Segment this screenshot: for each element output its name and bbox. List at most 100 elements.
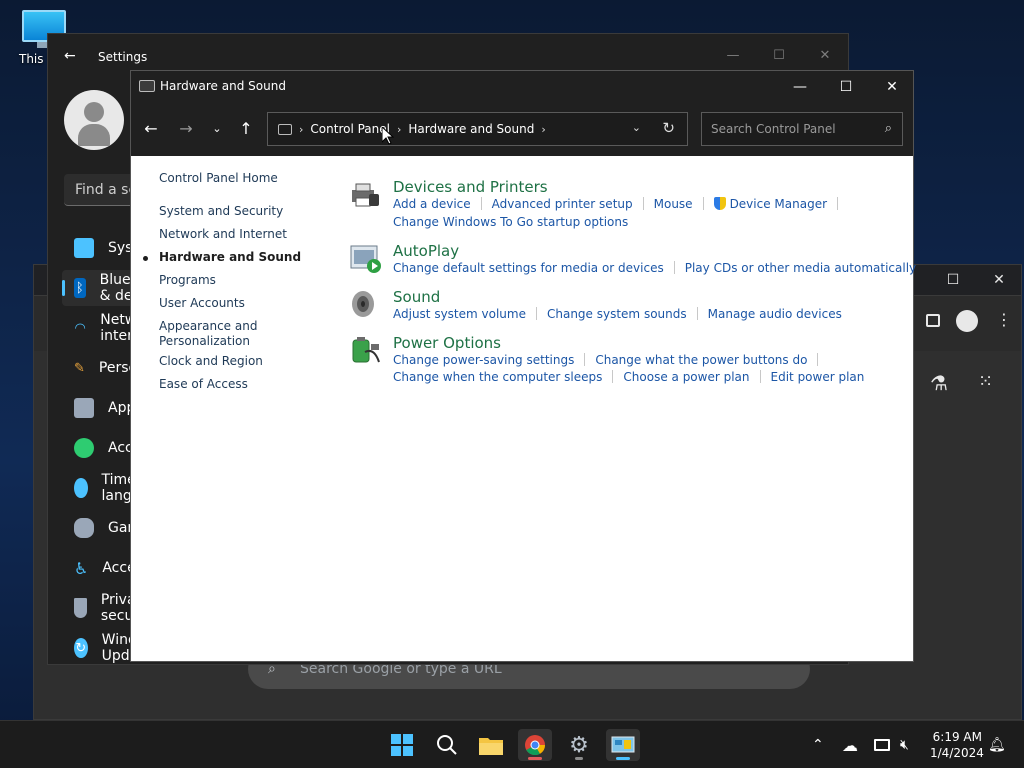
- address-toolbar: ← → ⌄ ↑ › Control Panel › Hardware and S…: [131, 102, 913, 156]
- monitor-icon: [74, 238, 94, 258]
- link-play-cds-automatically[interactable]: Play CDs or other media automatically: [685, 261, 916, 275]
- control-panel-body: Control Panel Home System and Security N…: [131, 156, 916, 661]
- chrome-icon: [525, 735, 546, 756]
- left-nav-system-and-security[interactable]: System and Security: [159, 204, 283, 219]
- volume-muted-icon[interactable]: 🔇︎: [900, 721, 909, 768]
- chrome-button[interactable]: [518, 729, 552, 761]
- update-icon: ↻: [74, 638, 88, 658]
- link-manage-audio-devices[interactable]: Manage audio devices: [708, 307, 842, 321]
- search-placeholder: Search Control Panel: [711, 122, 836, 136]
- back-button[interactable]: ←: [139, 116, 163, 140]
- link-edit-power-plan[interactable]: Edit power plan: [771, 370, 865, 384]
- profile-icon[interactable]: [956, 310, 978, 332]
- sidepanel-icon[interactable]: [926, 314, 940, 327]
- left-nav-control-panel-home[interactable]: Control Panel Home: [159, 171, 278, 186]
- settings-button[interactable]: ⚙: [562, 729, 596, 761]
- more-menu-icon[interactable]: ⋮: [996, 310, 1012, 329]
- chevron-right-icon[interactable]: ›: [397, 123, 401, 136]
- control-panel-icon: [139, 80, 155, 92]
- category-title[interactable]: Devices and Printers: [393, 178, 548, 196]
- chevron-right-icon: ›: [299, 122, 304, 136]
- link-choose-power-plan[interactable]: Choose a power plan: [623, 370, 749, 384]
- taskbar: ⚙ ⌃ ☁ 🔇︎ 6:19 AM 1/4/2024 🔔︎: [0, 720, 1024, 768]
- close-button[interactable]: ✕: [976, 265, 1022, 295]
- link-power-buttons[interactable]: Change what the power buttons do: [595, 353, 807, 367]
- link-change-system-sounds[interactable]: Change system sounds: [547, 307, 687, 321]
- speaker-icon[interactable]: [349, 288, 381, 320]
- clock-date: 1/4/2024: [930, 746, 984, 760]
- apps-grid-icon[interactable]: ⁙: [978, 371, 993, 392]
- control-panel-taskbar-button[interactable]: [606, 729, 640, 761]
- breadcrumb-hardware-and-sound[interactable]: Hardware and Sound: [408, 122, 534, 136]
- brush-icon: ✎: [74, 360, 85, 376]
- left-nav-appearance[interactable]: Appearance and Personalization: [159, 319, 269, 349]
- autoplay-icon[interactable]: [349, 242, 381, 274]
- left-nav-clock-and-region[interactable]: Clock and Region: [159, 354, 263, 369]
- close-button[interactable]: ✕: [869, 71, 915, 102]
- maximize-button[interactable]: ☐: [823, 71, 869, 102]
- back-arrow-icon[interactable]: ←: [64, 48, 76, 64]
- left-nav-network-and-internet[interactable]: Network and Internet: [159, 227, 287, 242]
- chevron-down-icon[interactable]: ⌄: [632, 121, 641, 134]
- bell-icon: 🔔︎: [988, 737, 1006, 753]
- network-icon[interactable]: [874, 721, 890, 768]
- up-button[interactable]: ↑: [234, 116, 258, 140]
- gear-icon: ⚙: [569, 732, 589, 758]
- uac-shield-icon: [713, 197, 726, 210]
- link-change-default-media-settings[interactable]: Change default settings for media or dev…: [393, 261, 664, 275]
- clock[interactable]: 6:19 AM 1/4/2024: [930, 729, 984, 761]
- close-button[interactable]: ✕: [802, 40, 848, 70]
- notifications-button[interactable]: 🔔︎: [988, 721, 1006, 768]
- category-title[interactable]: Sound: [393, 288, 440, 306]
- search-icon: [437, 735, 457, 755]
- left-nav-hardware-and-sound: Hardware and Sound: [159, 250, 302, 264]
- recent-locations-button[interactable]: ⌄: [205, 116, 229, 140]
- file-explorer-button[interactable]: [474, 729, 508, 761]
- accessibility-icon: ♿: [74, 558, 89, 578]
- clock-icon: [74, 478, 88, 498]
- person-icon: [74, 438, 94, 458]
- left-nav-ease-of-access[interactable]: Ease of Access: [159, 377, 248, 392]
- minimize-button[interactable]: —: [710, 40, 756, 70]
- title-bar: Hardware and Sound — ☐ ✕: [131, 71, 913, 102]
- mouse-cursor-icon: [382, 127, 394, 145]
- search-control-panel-input[interactable]: Search Control Panel ⌕: [701, 112, 903, 146]
- category-title[interactable]: Power Options: [393, 334, 501, 352]
- breadcrumb-control-panel[interactable]: Control Panel: [310, 122, 390, 136]
- clock-time: 6:19 AM: [932, 730, 982, 744]
- onedrive-icon[interactable]: ☁: [842, 721, 858, 768]
- link-device-manager[interactable]: Device Manager: [730, 197, 827, 211]
- maximize-button[interactable]: ☐: [930, 265, 976, 295]
- refresh-icon[interactable]: ↻: [662, 119, 675, 137]
- minimize-button[interactable]: —: [777, 71, 823, 102]
- forward-button[interactable]: →: [174, 116, 198, 140]
- wifi-icon: ◠: [74, 320, 86, 336]
- current-bullet: [143, 256, 148, 261]
- maximize-button[interactable]: ☐: [756, 40, 802, 70]
- show-hidden-icons-button[interactable]: ⌃: [812, 721, 824, 768]
- folder-icon: [479, 738, 503, 755]
- link-adjust-system-volume[interactable]: Adjust system volume: [393, 307, 526, 321]
- gamepad-icon: [74, 518, 94, 538]
- bluetooth-icon: ᛒ: [74, 278, 86, 298]
- settings-title: Settings: [98, 50, 148, 64]
- windows-logo-icon: [391, 734, 413, 756]
- left-nav-programs[interactable]: Programs: [159, 273, 216, 288]
- avatar[interactable]: [64, 90, 124, 150]
- search-button[interactable]: [430, 729, 464, 761]
- labs-icon[interactable]: ⚗: [930, 371, 948, 395]
- link-add-a-device[interactable]: Add a device: [393, 197, 471, 211]
- link-advanced-printer-setup[interactable]: Advanced printer setup: [492, 197, 633, 211]
- start-button[interactable]: [385, 729, 419, 761]
- printer-icon[interactable]: [349, 178, 381, 210]
- link-change-power-saving[interactable]: Change power-saving settings: [393, 353, 574, 367]
- link-windows-to-go[interactable]: Change Windows To Go startup options: [393, 215, 628, 229]
- address-bar[interactable]: › Control Panel › Hardware and Sound › ⌄…: [267, 112, 688, 146]
- category-title[interactable]: AutoPlay: [393, 242, 459, 260]
- link-mouse[interactable]: Mouse: [654, 197, 693, 211]
- battery-icon[interactable]: [349, 334, 381, 366]
- chevron-right-icon[interactable]: ›: [541, 123, 545, 136]
- apps-icon: [74, 398, 94, 418]
- link-computer-sleeps[interactable]: Change when the computer sleeps: [393, 370, 602, 384]
- left-nav-user-accounts[interactable]: User Accounts: [159, 296, 245, 311]
